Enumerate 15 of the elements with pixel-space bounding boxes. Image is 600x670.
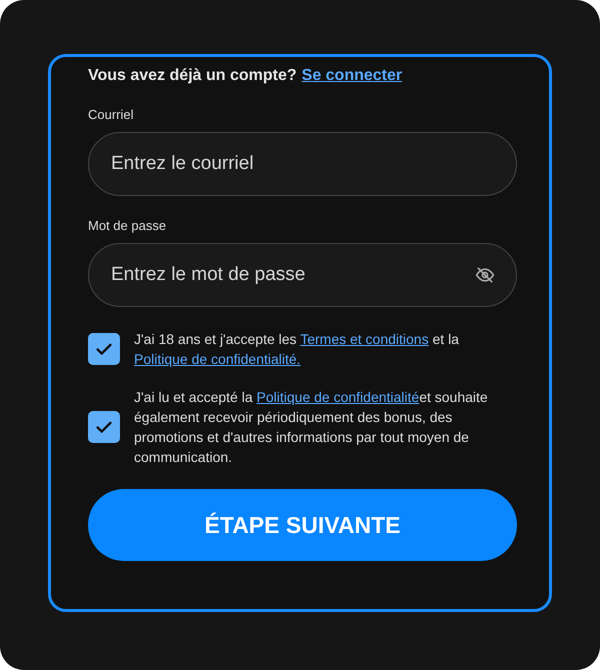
- prompt-text: Vous avez déjà un compte?: [88, 67, 297, 85]
- login-link[interactable]: Se connecter: [302, 67, 402, 85]
- policy-link[interactable]: Politique de confidentialité: [256, 389, 420, 405]
- policy-link[interactable]: Politique de confidentialité.: [134, 351, 301, 367]
- policy-link[interactable]: Termes et conditions: [300, 331, 429, 347]
- field-label: Mot de passe: [88, 218, 168, 233]
- checkbox[interactable]: [88, 411, 120, 443]
- consent-text: J'ai 18 ans et j'accepte les Termes et conditions et la Politique de confidentialité.: [134, 330, 460, 369]
- hidden-eye-icon[interactable]: [475, 265, 495, 285]
- consent-text: J'ai lu et accepté la Politique de confidentialitéet souhaite également recevoir périodiquement des bonus, des promotions et d'autres informations par tout moyen de communication.: [134, 388, 489, 467]
- field-label: Courriel: [88, 107, 135, 122]
- checkbox[interactable]: [88, 333, 120, 365]
- password-field[interactable]: Entrez le mot de passe: [88, 243, 517, 307]
- next-step-button[interactable]: ÉTAPE SUIVANTE: [88, 489, 517, 561]
- email-field[interactable]: Entrez le courriel: [88, 132, 517, 196]
